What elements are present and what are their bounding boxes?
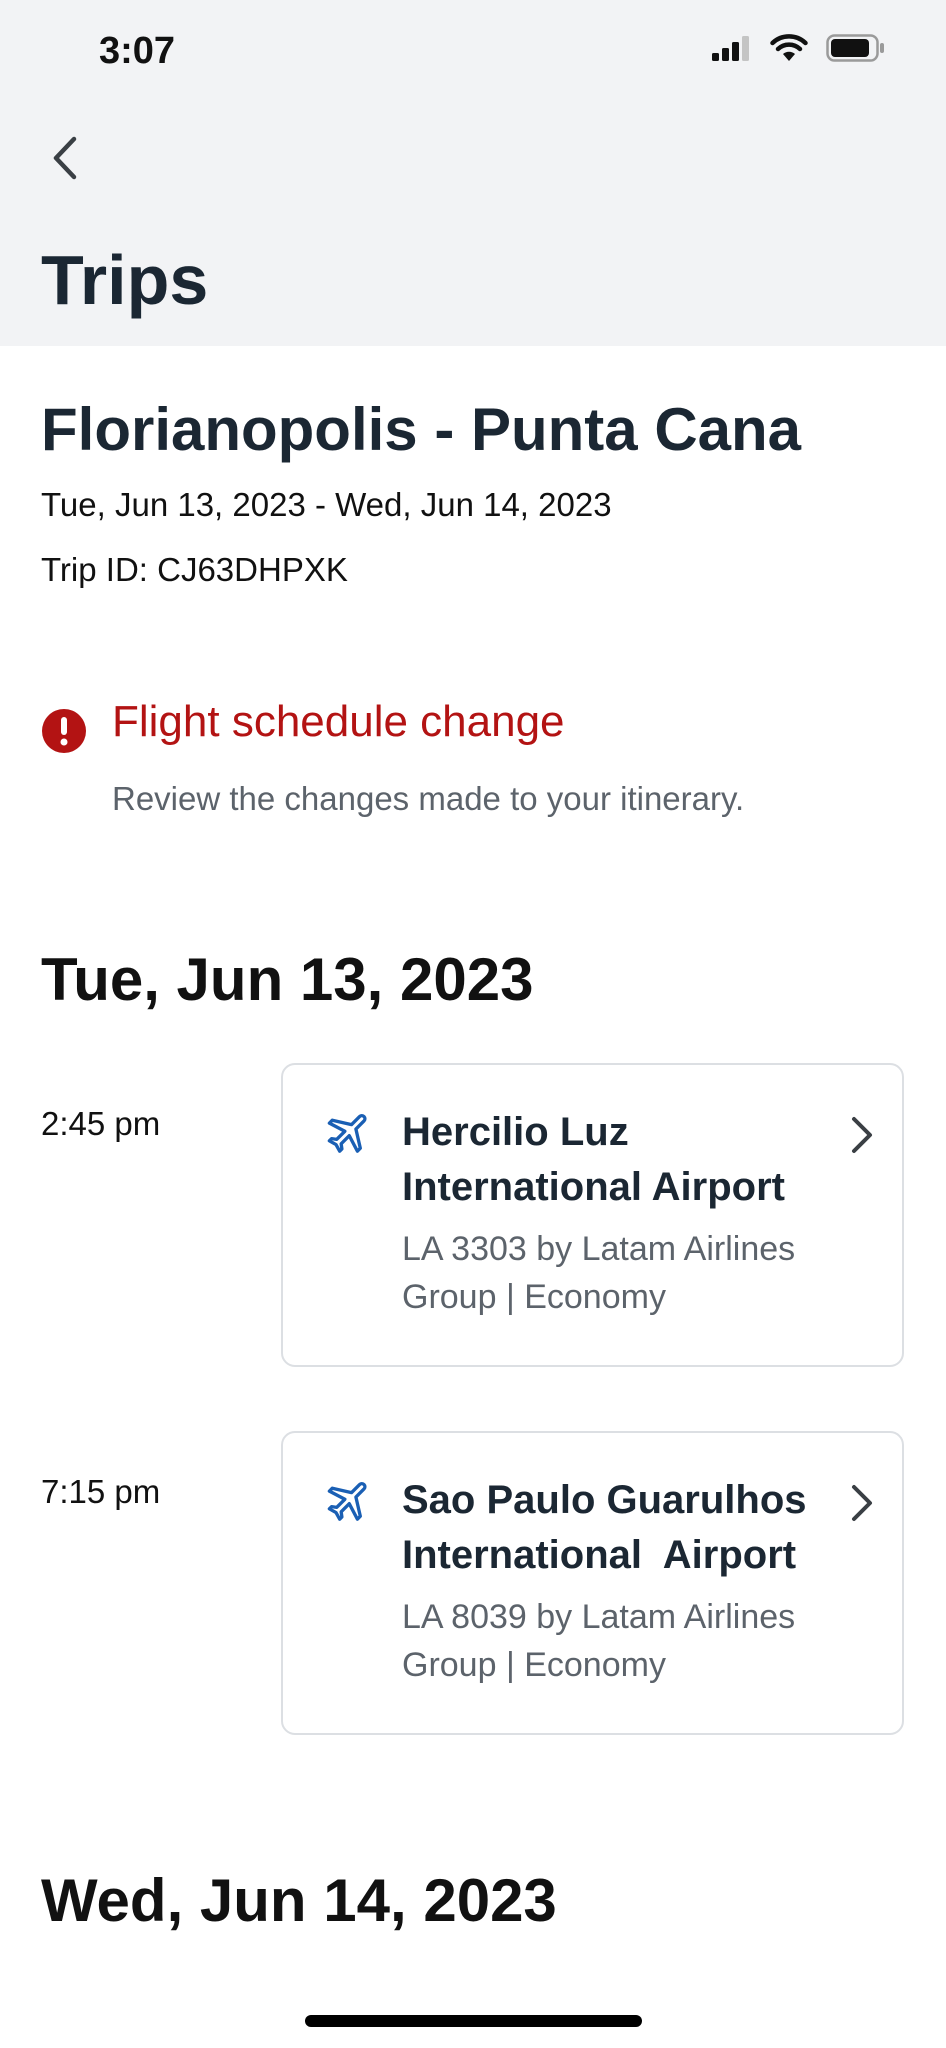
trip-id: Trip ID: CJ63DHPXK [41, 551, 348, 588]
wifi-icon [770, 34, 808, 61]
day-heading: Wed, Jun 14, 2023 [41, 1867, 557, 1934]
chevron-left-icon [53, 136, 77, 180]
signal-icon [712, 36, 749, 61]
alert-title[interactable]: Flight schedule change [112, 697, 565, 747]
airport-name: Sao Paulo Guarulhos International Airpor… [402, 1478, 807, 1577]
trip-title: Florianopolis - Punta Cana [41, 396, 802, 463]
trip-dates: Tue, Jun 13, 2023 - Wed, Jun 14, 2023 [41, 486, 612, 523]
flight-details: LA 8039 by Latam Airlines Group | Econom… [402, 1598, 796, 1684]
alert-icon [42, 709, 86, 753]
flight-details: LA 3303 by Latam Airlines Group | Econom… [402, 1230, 796, 1316]
flight-card[interactable]: Hercilio Luz International Airport LA 33… [281, 1063, 904, 1367]
airplane-icon [327, 1481, 367, 1521]
status-icons [712, 34, 886, 62]
status-time: 3:07 [99, 30, 176, 72]
alert-description: Review the changes made to your itinerar… [112, 780, 745, 817]
home-indicator [305, 2015, 642, 2027]
chevron-right-icon [852, 1485, 872, 1521]
day-heading: Tue, Jun 13, 2023 [41, 946, 534, 1013]
flight-card[interactable]: Sao Paulo Guarulhos International Airpor… [281, 1431, 904, 1735]
page-title: Trips [41, 241, 209, 319]
segment-time: 2:45 pm [41, 1105, 161, 1142]
segment-time: 7:15 pm [41, 1473, 161, 1510]
airplane-icon [327, 1113, 367, 1153]
airport-name: Hercilio Luz International Airport [402, 1110, 785, 1209]
header: 3:07 Trips [0, 0, 946, 346]
chevron-right-icon [852, 1117, 872, 1153]
back-button[interactable] [40, 130, 90, 186]
battery-icon [826, 34, 884, 62]
